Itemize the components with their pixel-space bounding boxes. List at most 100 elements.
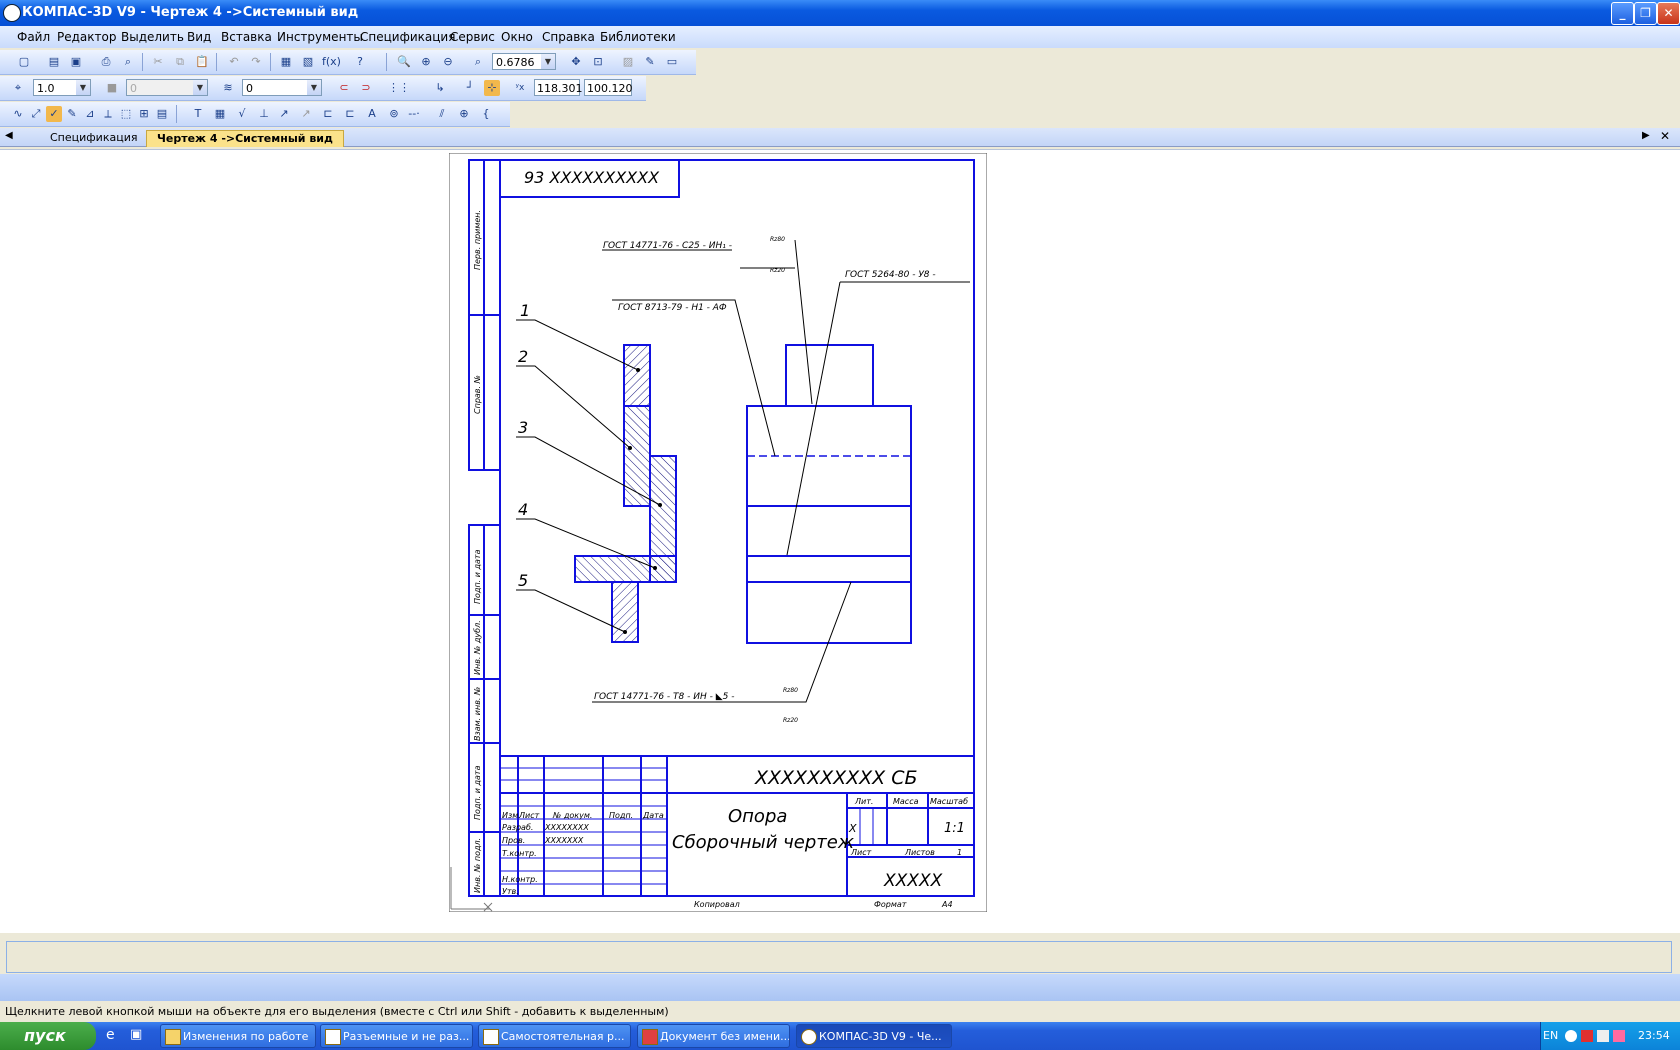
manager-icon[interactable]: ▦: [278, 54, 294, 70]
cursor-step-icon[interactable]: ⌖: [10, 80, 26, 96]
ie-icon[interactable]: e: [106, 1027, 115, 1043]
menu-edit[interactable]: Редактор: [57, 30, 116, 44]
kompas-icon: [801, 1029, 817, 1045]
round-icon[interactable]: ⊹: [484, 80, 500, 96]
scroll-right-icon[interactable]: ▶: [1642, 130, 1650, 141]
drawing-sheet[interactable]: 93 XXXXXXXXXX 1 2 3 4 5 ГОСТ 14771-76 - …: [449, 153, 987, 912]
taskbar-item[interactable]: Разъемные и не раз...: [320, 1024, 473, 1048]
show-all-icon[interactable]: ⊡: [590, 54, 606, 70]
axis-line-icon[interactable]: --·: [406, 106, 422, 122]
tray-icon[interactable]: [1565, 1030, 1577, 1042]
zoom-window-icon[interactable]: 🔍: [396, 54, 412, 70]
library-icon[interactable]: ▧: [300, 54, 316, 70]
hatch-icon[interactable]: ⫽: [434, 106, 450, 122]
tab-specification[interactable]: Спецификация: [40, 130, 147, 146]
text-icon[interactable]: T: [190, 106, 206, 122]
minimize-button[interactable]: _: [1611, 2, 1634, 25]
start-button[interactable]: пуск: [0, 1022, 96, 1050]
taskbar-item[interactable]: Изменения по работе: [160, 1024, 316, 1048]
snap-magnet-icon[interactable]: ⊂: [336, 80, 352, 96]
display-icon[interactable]: ▭: [664, 54, 680, 70]
layer-icon[interactable]: ≋: [220, 80, 236, 96]
tray-heart-icon[interactable]: [1613, 1030, 1625, 1042]
measure-icon[interactable]: ⟂: [100, 106, 116, 122]
pan-icon[interactable]: ✥: [568, 54, 584, 70]
menu-view[interactable]: Вид: [187, 30, 211, 44]
step-combo[interactable]: 1.0 ▼: [33, 79, 91, 96]
menu-specification[interactable]: Спецификация: [360, 30, 455, 44]
volume-icon[interactable]: [1597, 1030, 1609, 1042]
menu-service[interactable]: Сервис: [450, 30, 495, 44]
coord-x-field[interactable]: 118.301: [534, 79, 583, 96]
variables-fx-icon[interactable]: f(x): [322, 54, 341, 70]
zoom-combo[interactable]: 0.6786 ▼: [492, 53, 556, 70]
geometry-icon[interactable]: ∿: [10, 106, 26, 122]
ortho-icon[interactable]: ┘: [462, 80, 478, 96]
save-icon[interactable]: ▣: [68, 54, 84, 70]
desktop-icon[interactable]: ▣: [130, 1027, 142, 1042]
style-combo: 0 ▼: [126, 79, 208, 96]
regenerate-icon[interactable]: ✎: [642, 54, 658, 70]
menu-tools[interactable]: Инструменты: [277, 30, 363, 44]
tolerance-icon[interactable]: ⊏: [320, 106, 336, 122]
step-value: 1.0: [37, 82, 55, 95]
refresh-icon[interactable]: ▨: [620, 54, 636, 70]
print-preview-icon[interactable]: ⌕: [120, 54, 136, 70]
grid-icon[interactable]: ⋮⋮: [388, 80, 410, 96]
antivirus-icon[interactable]: [1581, 1030, 1593, 1042]
leader-icon[interactable]: ↗: [276, 106, 292, 122]
close-tab-icon[interactable]: ✕: [1660, 129, 1670, 143]
edit-icon[interactable]: ✎: [64, 106, 80, 122]
wave-line-icon[interactable]: ⊚: [386, 106, 402, 122]
position-leader-icon[interactable]: ↗: [298, 106, 314, 122]
menu-help[interactable]: Справка: [542, 30, 595, 44]
close-button[interactable]: ✕: [1657, 2, 1680, 25]
select-icon[interactable]: ⬚: [118, 106, 134, 122]
redo-icon[interactable]: ↷: [248, 54, 264, 70]
taskbar-item[interactable]: КОМПАС-3D V9 - Че...: [796, 1024, 952, 1048]
print-icon[interactable]: ⎙: [98, 54, 114, 70]
zoom-out-icon[interactable]: ⊖: [440, 54, 456, 70]
roughness-icon[interactable]: √: [234, 106, 250, 122]
center-mark-icon[interactable]: ⊕: [456, 106, 472, 122]
view-arrow-icon[interactable]: A: [364, 106, 380, 122]
paste-icon[interactable]: 📋: [194, 54, 210, 70]
chevron-down-icon[interactable]: ▼: [76, 80, 90, 95]
parametrization-icon[interactable]: ⊿: [82, 106, 98, 122]
maximize-button[interactable]: ❐: [1634, 2, 1657, 25]
table-icon[interactable]: ▦: [212, 106, 228, 122]
zoom-scale-icon[interactable]: ⌕: [470, 54, 486, 70]
property-panel-field[interactable]: [6, 941, 1672, 973]
copy-icon[interactable]: ⧉: [172, 54, 188, 70]
notation-icon[interactable]: ✓: [46, 106, 62, 122]
chevron-down-icon[interactable]: ▼: [307, 80, 321, 95]
chevron-down-icon[interactable]: ▼: [541, 54, 555, 69]
menu-select[interactable]: Выделить: [121, 30, 184, 44]
open-folder-icon[interactable]: ▤: [46, 54, 62, 70]
associative-views-icon[interactable]: ⊞: [136, 106, 152, 122]
menu-file[interactable]: Файл: [17, 30, 50, 44]
help-pointer-icon[interactable]: ?: [352, 54, 368, 70]
scroll-left-icon[interactable]: ◀: [5, 130, 13, 141]
spec-icon[interactable]: ▤: [154, 106, 170, 122]
roughness-4-top: Rz80: [783, 687, 798, 694]
cut-line-icon[interactable]: ⊏: [342, 106, 358, 122]
undo-icon[interactable]: ↶: [226, 54, 242, 70]
base-icon[interactable]: ⊥: [256, 106, 272, 122]
zoom-in-icon[interactable]: ⊕: [418, 54, 434, 70]
language-indicator[interactable]: EN: [1543, 1022, 1558, 1050]
menu-insert[interactable]: Вставка: [221, 30, 272, 44]
local-snap-icon[interactable]: ⊃: [358, 80, 374, 96]
dimensions-icon[interactable]: ⤢: [28, 106, 44, 122]
local-cs-icon[interactable]: ↳: [432, 80, 448, 96]
tab-drawing[interactable]: Чертеж 4 ->Системный вид: [146, 130, 344, 147]
new-file-icon[interactable]: ▢: [16, 54, 32, 70]
taskbar-item[interactable]: Самостоятельная р...: [478, 1024, 631, 1048]
layer-combo[interactable]: 0 ▼: [242, 79, 322, 96]
menu-libraries[interactable]: Библиотеки: [600, 30, 676, 44]
cut-icon[interactable]: ✂: [150, 54, 166, 70]
taskbar-item[interactable]: Документ без имени...: [637, 1024, 790, 1048]
coord-y-field[interactable]: 100.120: [584, 79, 633, 96]
brace-icon[interactable]: {: [478, 106, 494, 122]
menu-window[interactable]: Окно: [501, 30, 533, 44]
